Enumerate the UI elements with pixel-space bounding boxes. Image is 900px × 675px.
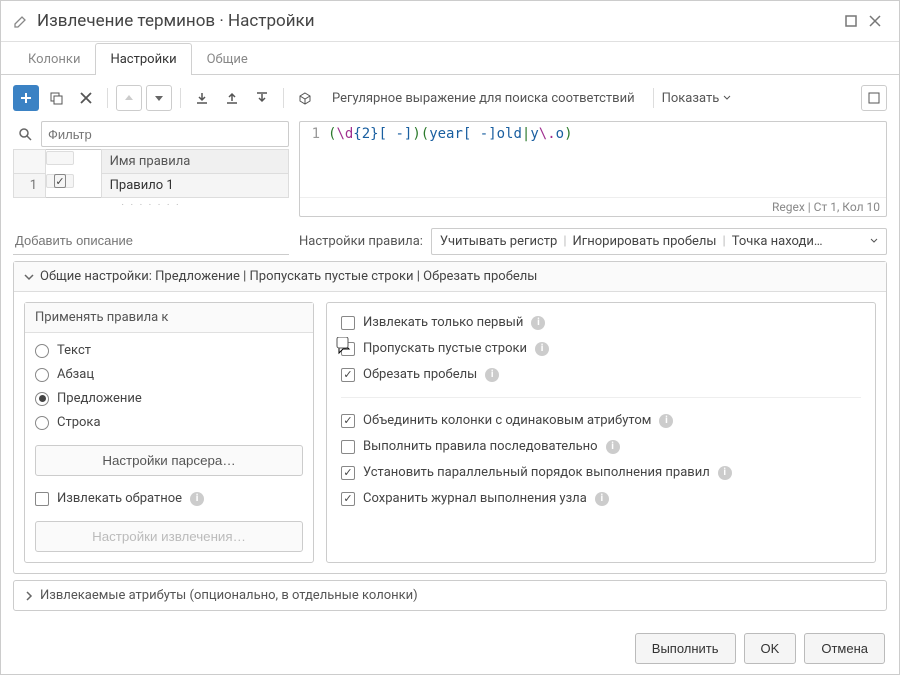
pencil-icon [13, 13, 29, 29]
check-extract-inverse[interactable]: Извлекать обратноеi [35, 491, 303, 506]
info-icon[interactable]: i [595, 492, 609, 506]
extraction-settings-button: Настройки извлечения… [35, 521, 303, 552]
row-checkbox[interactable] [54, 174, 65, 188]
tab-settings[interactable]: Настройки [95, 43, 191, 75]
info-icon[interactable]: i [606, 440, 620, 454]
chevron-down-icon [24, 272, 34, 282]
regex-label: Регулярное выражение для поиска соответс… [332, 91, 635, 106]
fullscreen-icon[interactable] [861, 85, 887, 111]
run-button[interactable]: Выполнить [635, 633, 736, 664]
check-trim[interactable]: Обрезать пробелыi [341, 367, 861, 382]
editor-status: Regex | Ст 1, Кол 10 [300, 197, 886, 216]
check-sequential[interactable]: Выполнить правила последовательноi [341, 439, 861, 454]
check-skip-empty[interactable]: Пропускать пустые строкиi [341, 341, 861, 356]
info-icon[interactable]: i [718, 466, 732, 480]
check-only-first[interactable]: Извлекать только первыйi [341, 315, 861, 330]
attributes-accordion[interactable]: Извлекаемые атрибуты (опционально, в отд… [13, 580, 887, 611]
rule-settings-dropdown[interactable]: Учитывать регистр| Игнорировать пробелы|… [431, 228, 887, 255]
table-row[interactable]: 1 Правило 1 [14, 174, 289, 198]
info-icon[interactable]: i [485, 368, 499, 382]
regex-editor[interactable]: 1 (\d{2}[ -])(year[ -]old|y\.o) Regex | … [299, 121, 887, 217]
show-dropdown[interactable]: Показать [662, 91, 732, 106]
toolbar: Регулярное выражение для поиска соответс… [13, 81, 887, 115]
chevron-down-icon [870, 237, 878, 245]
radio-line[interactable]: Строка [35, 415, 303, 430]
apply-to-panel: Применять правила к Текст Абзац Предложе… [24, 302, 314, 563]
tab-columns[interactable]: Колонки [13, 43, 95, 75]
upload-icon[interactable] [219, 85, 245, 111]
search-icon [13, 121, 37, 147]
import-icon[interactable] [189, 85, 215, 111]
filter-input[interactable] [41, 121, 289, 147]
cancel-button[interactable]: Отмена [804, 633, 885, 664]
info-icon[interactable]: i [531, 316, 545, 330]
radio-text[interactable]: Текст [35, 343, 303, 358]
regex-code[interactable]: (\d{2}[ -])(year[ -]old|y\.o) [328, 126, 882, 142]
titlebar: Извлечение терминов · Настройки [1, 1, 899, 42]
tab-general[interactable]: Общие [192, 43, 263, 75]
options-panel: Извлекать только первыйi Пропускать пуст… [326, 302, 876, 563]
add-button[interactable] [13, 85, 39, 111]
check-log[interactable]: Сохранить журнал выполнения узлаi [341, 491, 861, 506]
move-up-button[interactable] [116, 85, 142, 111]
ok-button[interactable]: OK [744, 633, 797, 664]
main-tabs: Колонки Настройки Общие [1, 42, 899, 75]
radio-paragraph[interactable]: Абзац [35, 367, 303, 382]
maximize-icon[interactable] [839, 9, 863, 33]
check-merge-cols[interactable]: Объединить колонки с одинаковым атрибуто… [341, 413, 861, 428]
parser-settings-button[interactable]: Настройки парсера… [35, 445, 303, 476]
rule-settings-label: Настройки правила: [299, 234, 423, 249]
delete-button[interactable] [73, 85, 99, 111]
info-icon[interactable]: i [659, 414, 673, 428]
chevron-right-icon [24, 591, 34, 601]
cube-icon[interactable] [292, 85, 318, 111]
check-parallel[interactable]: Установить параллельный порядок выполнен… [341, 465, 861, 480]
resize-handle[interactable]: · · · · · · · [13, 198, 289, 213]
accordion-toggle[interactable]: Общие настройки: Предложение | Пропускат… [14, 262, 886, 292]
col-rule-name[interactable]: Имя правила [101, 150, 288, 174]
close-icon[interactable] [863, 9, 887, 33]
window-title: Извлечение терминов · Настройки [37, 11, 839, 31]
radio-sentence[interactable]: Предложение [35, 391, 303, 406]
dialog-footer: Выполнить OK Отмена [1, 623, 899, 674]
rules-table: Имя правила 1 Правило 1 [13, 149, 289, 198]
info-icon[interactable]: i [190, 492, 204, 506]
general-settings-accordion: Общие настройки: Предложение | Пропускат… [13, 261, 887, 574]
move-down-button[interactable] [146, 85, 172, 111]
copy-button[interactable] [43, 85, 69, 111]
info-icon[interactable]: i [535, 342, 549, 356]
download-icon[interactable] [249, 85, 275, 111]
description-input[interactable] [13, 227, 289, 255]
